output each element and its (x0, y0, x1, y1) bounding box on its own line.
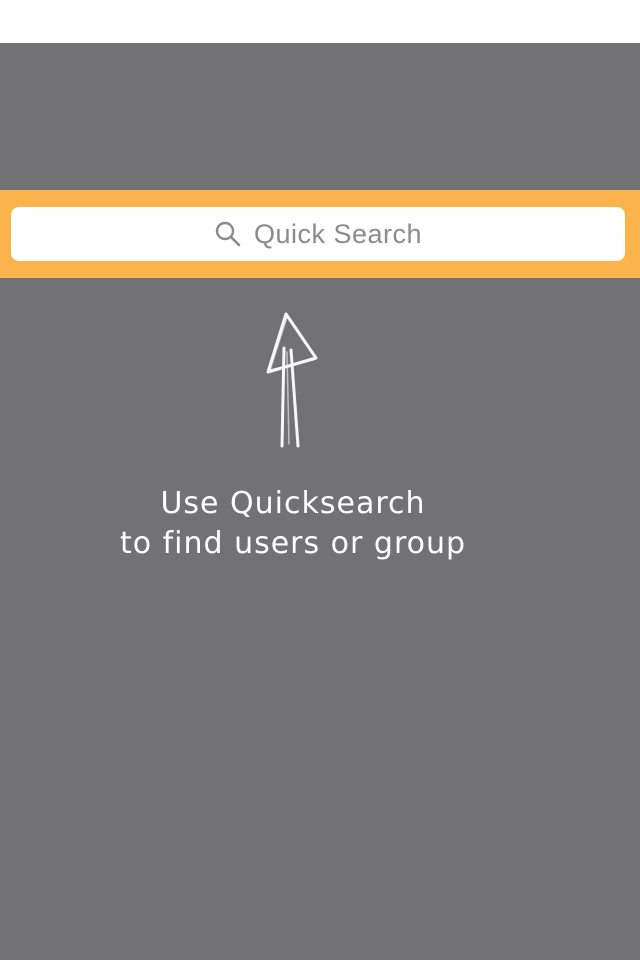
search-bar-container: Quick Search (0, 190, 640, 278)
search-placeholder: Quick Search (253, 218, 423, 249)
quick-search-hint: Use Quicksearch to find users or group (0, 484, 586, 564)
quick-search-field[interactable]: Quick Search (11, 207, 625, 261)
search-icon (214, 220, 242, 248)
hint-line-2: to find users or group (119, 526, 467, 561)
hand-drawn-up-arrow-icon (266, 312, 318, 448)
hint-line-1: Use Quicksearch (160, 486, 426, 521)
status-bar (0, 0, 640, 43)
